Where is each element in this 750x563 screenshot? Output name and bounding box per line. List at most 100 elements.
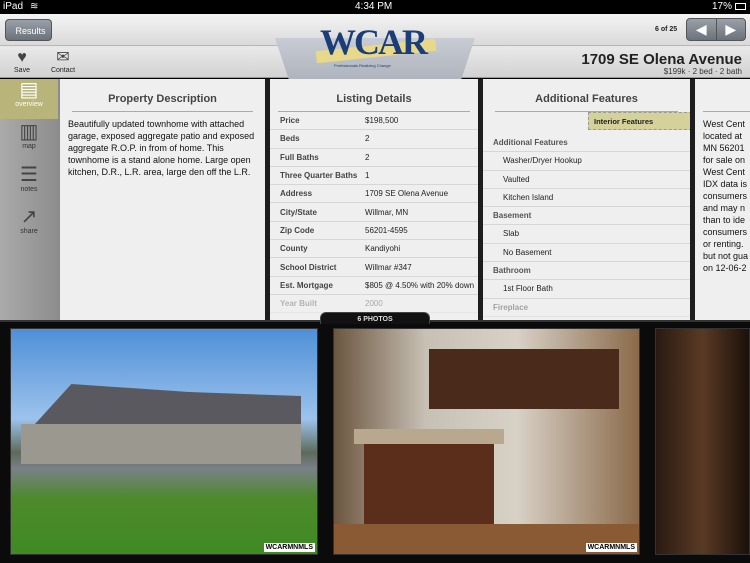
photo-count-tab[interactable]: 6 PHOTOS — [320, 312, 430, 324]
detail-row: Three Quarter Baths 1 — [270, 167, 478, 186]
sidebar-item-notes[interactable]: ☰ notes — [0, 164, 58, 193]
property-description-panel: Property Description Beautifully updated… — [60, 79, 265, 320]
additional-features-panel: Additional Features Interior Features Ad… — [483, 79, 690, 320]
detail-row: County Kandiyohi — [270, 240, 478, 259]
detail-row: Full Baths 2 — [270, 149, 478, 167]
disclaimer-panel: West Cent located at MN 56201 for sale on We… — [695, 79, 750, 320]
watermark: WCARMNMLS — [263, 543, 315, 552]
detail-value: 2000 — [365, 299, 383, 309]
panel-title: Listing Details — [278, 93, 470, 112]
detail-label: County — [280, 244, 308, 254]
detail-label: Full Baths — [280, 152, 319, 162]
disclaimer-line: West Cent — [703, 119, 745, 129]
detail-value: 2 — [365, 134, 370, 144]
panel-title: Additional Features — [495, 93, 678, 112]
wcar-logo: WCAR Professionals Realizing Change — [315, 19, 437, 69]
detail-label: City/State — [280, 207, 317, 217]
disclaimer-line: consumers — [703, 191, 748, 201]
feature-item: No Basement — [483, 244, 690, 263]
photo-interior[interactable] — [655, 328, 750, 555]
listing-address: 1709 SE Olena Avenue — [581, 51, 742, 68]
battery-icon — [735, 3, 746, 10]
status-bar: iPad ≋ 4:34 PM 17% — [0, 0, 750, 14]
next-listing-button[interactable]: ▶ — [715, 19, 746, 40]
detail-row: Price $198,500 — [270, 112, 478, 131]
detail-row: Address 1709 SE Olena Avenue — [270, 185, 478, 204]
heart-icon: ♥ — [17, 49, 27, 66]
feature-group-header: Bathroom — [483, 262, 690, 281]
feature-item: Kitchen Island — [483, 189, 690, 208]
detail-value: Kandiyohi — [365, 244, 401, 254]
interior-features-dropdown[interactable]: Interior Features — [588, 112, 690, 130]
detail-row: City/State Willmar, MN — [270, 203, 478, 222]
disclaimer-line: but not gua — [703, 251, 749, 261]
feature-item: 1st Floor Bath — [483, 280, 690, 299]
detail-row: Beds 2 — [270, 130, 478, 149]
toolbar: Results WCAR Professionals Realizing Cha… — [0, 14, 750, 80]
detail-row: School District Willmar #347 — [270, 258, 478, 277]
sidebar-item-share[interactable]: ↗ share — [0, 206, 58, 235]
detail-value: Willmar #347 — [365, 262, 412, 272]
overview-icon: ▤ — [19, 79, 39, 101]
detail-row: Zip Code 56201-4595 — [270, 222, 478, 241]
save-button[interactable]: ♥ Save — [2, 49, 42, 74]
detail-label: Price — [280, 116, 300, 126]
feature-item: Slab — [483, 225, 690, 244]
disclaimer-line: or renting. — [703, 239, 744, 249]
battery-percent: 17% — [712, 1, 733, 12]
detail-value: 1 — [365, 171, 370, 181]
detail-row: Est. Mortgage $805 @ 4.50% with 20% down — [270, 277, 478, 295]
listing-details-panel: Listing Details Price $198,500 Beds 2 Full B… — [270, 79, 478, 320]
disclaimer-line: consumers — [703, 227, 748, 237]
detail-label: Est. Mortgage — [280, 280, 333, 290]
detail-label: Beds — [280, 134, 300, 144]
detail-label: Year Built — [280, 299, 317, 309]
feature-group-header: Fireplace — [483, 299, 690, 317]
sidebar-item-map[interactable]: ▥ map — [0, 121, 58, 150]
feature-item: Vaulted — [483, 171, 690, 189]
photo-kitchen[interactable]: WCARMNMLS — [333, 328, 640, 555]
detail-value: 1709 SE Olena Avenue — [365, 189, 449, 199]
detail-label: Zip Code — [280, 225, 315, 235]
detail-row: Year Built 2000 — [270, 295, 478, 314]
wifi-icon: ≋ — [30, 1, 39, 12]
disclaimer-line: West Cent — [703, 167, 745, 177]
feature-item: Washer/Dryer Hookup — [483, 152, 690, 171]
contact-button[interactable]: ✉ Contact — [43, 49, 83, 74]
detail-label: Three Quarter Baths — [280, 171, 358, 181]
disclaimer-line: on 12-06-2 — [703, 263, 747, 273]
listing-nav: ◀ ▶ — [686, 18, 746, 41]
detail-label: School District — [280, 262, 337, 272]
photo-house-exterior[interactable]: WCARMNMLS — [10, 328, 318, 555]
disclaimer-line: located at — [703, 131, 743, 141]
feature-group-header: Basement — [483, 207, 690, 226]
disclaimer-line: IDX data is — [703, 179, 748, 189]
feature-group-header: Additional Features — [483, 134, 690, 153]
detail-value: 2 — [365, 152, 370, 162]
disclaimer-line: than to ide — [703, 215, 746, 225]
listing-summary: $199k · 2 bed · 2 bath — [663, 67, 742, 76]
sidebar: ▤ overview ▥ map ☰ notes ↗ share — [0, 79, 60, 320]
panel-title: Property Description — [72, 93, 253, 112]
share-icon: ↗ — [20, 206, 38, 228]
listing-counter: 6 of 25 — [655, 26, 678, 33]
detail-value: Willmar, MN — [365, 207, 409, 217]
detail-label: Address — [280, 189, 313, 199]
envelope-icon: ✉ — [56, 49, 70, 66]
disclaimer-line: MN 56201 — [703, 143, 745, 153]
detail-value: 56201-4595 — [365, 225, 408, 235]
description-text: Beautifully updated townhome with attach… — [68, 119, 255, 177]
previous-listing-button[interactable]: ◀ — [687, 19, 716, 40]
clock: 4:34 PM — [355, 1, 393, 12]
disclaimer-line: and may n — [703, 203, 746, 213]
panel-title — [703, 93, 750, 112]
results-back-button[interactable]: Results — [5, 19, 52, 41]
notes-icon: ☰ — [20, 164, 38, 186]
watermark: WCARMNMLS — [585, 543, 637, 552]
map-icon: ▥ — [19, 121, 39, 143]
detail-value: $198,500 — [365, 116, 399, 126]
disclaimer-line: for sale on — [703, 155, 746, 165]
sidebar-item-overview[interactable]: ▤ overview — [0, 79, 58, 119]
device-label: iPad — [3, 1, 24, 12]
detail-value: $805 @ 4.50% with 20% down — [365, 280, 475, 290]
